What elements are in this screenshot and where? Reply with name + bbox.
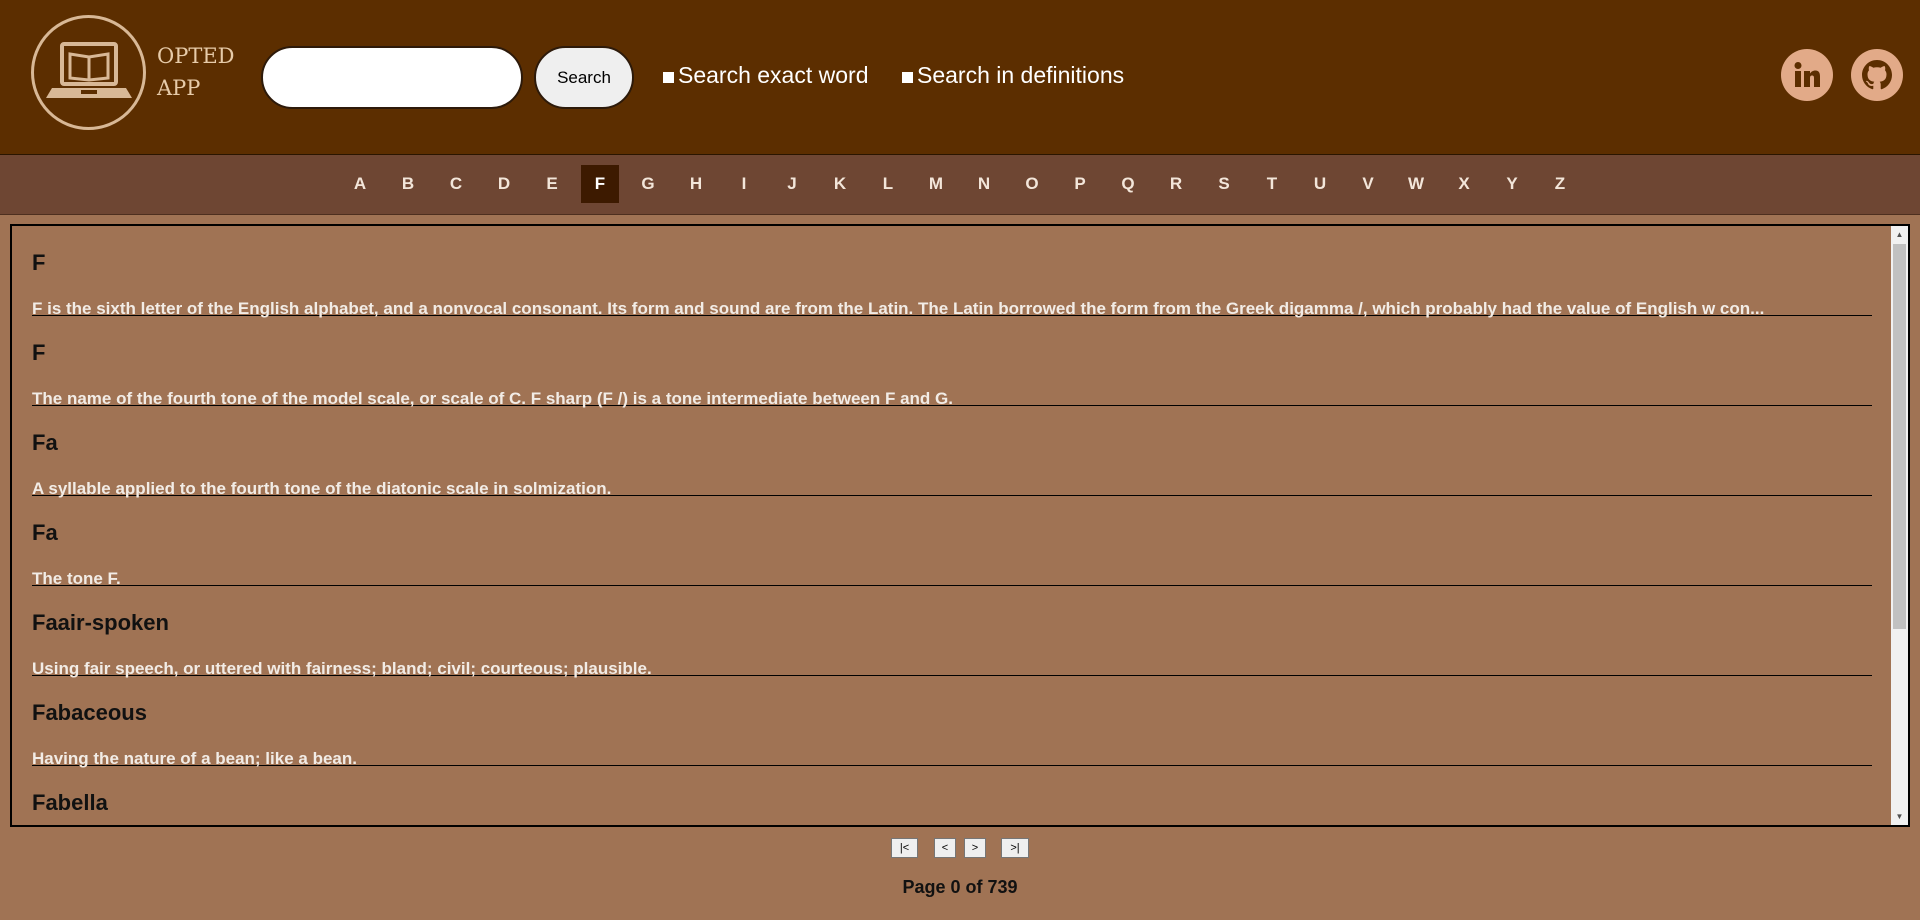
letter-p[interactable]: P xyxy=(1061,165,1099,203)
entry-word: Fa xyxy=(32,430,58,455)
search-button[interactable]: Search xyxy=(534,46,634,109)
search-input[interactable] xyxy=(261,46,523,109)
letter-x[interactable]: X xyxy=(1445,165,1483,203)
letter-b[interactable]: B xyxy=(389,165,427,203)
search-in-definitions-option[interactable]: Search in definitions xyxy=(902,62,1124,89)
letter-m[interactable]: M xyxy=(917,165,955,203)
entry-item[interactable]: FF is the sixth letter of the English al… xyxy=(32,226,1872,318)
search-exact-word-checkbox[interactable] xyxy=(663,71,674,83)
scroll-thumb[interactable] xyxy=(1893,244,1906,629)
entry-item[interactable]: Fa A syllable applied to the fourth tone … xyxy=(32,406,1872,498)
search-exact-word-option[interactable]: Search exact word xyxy=(663,62,868,89)
letter-i[interactable]: I xyxy=(725,165,763,203)
letter-j[interactable]: J xyxy=(773,165,811,203)
scroll-down-icon[interactable]: ▼ xyxy=(1891,808,1908,825)
alphabet-nav: ABCDEFGHIJKLMNOPQRSTUVWXYZ xyxy=(0,155,1920,215)
last-page-button[interactable]: >| xyxy=(1001,838,1029,858)
laptop-book-icon xyxy=(46,42,132,98)
scroll-up-icon[interactable]: ▲ xyxy=(1891,226,1908,243)
search-in-definitions-checkbox[interactable] xyxy=(902,71,913,83)
letter-g[interactable]: G xyxy=(629,165,667,203)
app-name-line1: OPTED xyxy=(157,44,235,68)
letter-q[interactable]: Q xyxy=(1109,165,1147,203)
header: OPTED APP Search Search exact word Searc… xyxy=(0,0,1920,155)
letter-r[interactable]: R xyxy=(1157,165,1195,203)
entry-word: Faair-spoken xyxy=(32,610,169,635)
letter-h[interactable]: H xyxy=(677,165,715,203)
letter-c[interactable]: C xyxy=(437,165,475,203)
letter-n[interactable]: N xyxy=(965,165,1003,203)
entry-word: Fabella xyxy=(32,790,108,815)
entry-word: F xyxy=(32,250,46,275)
page-indicator: Page 0 of 739 xyxy=(902,877,1018,897)
letter-u[interactable]: U xyxy=(1301,165,1339,203)
prev-page-button[interactable]: < xyxy=(934,838,956,858)
entry-item[interactable]: Fa The tone F. xyxy=(32,496,1872,588)
search-in-definitions-label: Search in definitions xyxy=(917,62,1125,88)
letter-e[interactable]: E xyxy=(533,165,571,203)
letter-v[interactable]: V xyxy=(1349,165,1387,203)
letter-t[interactable]: T xyxy=(1253,165,1291,203)
app-logo[interactable] xyxy=(31,15,146,130)
letter-o[interactable]: O xyxy=(1013,165,1051,203)
app-name-line2: APP xyxy=(157,76,201,100)
first-page-button[interactable]: |< xyxy=(891,838,918,858)
letter-f[interactable]: F xyxy=(581,165,619,203)
entries-panel: FF is the sixth letter of the English al… xyxy=(10,224,1910,827)
letter-k[interactable]: K xyxy=(821,165,859,203)
entry-word: Fabaceous xyxy=(32,700,147,725)
linkedin-icon xyxy=(1794,62,1820,87)
letter-a[interactable]: A xyxy=(341,165,379,203)
github-link[interactable] xyxy=(1851,49,1903,101)
github-icon xyxy=(1862,60,1892,90)
letter-w[interactable]: W xyxy=(1397,165,1435,203)
letter-l[interactable]: L xyxy=(869,165,907,203)
entries-list: FF is the sixth letter of the English al… xyxy=(32,226,1872,825)
letter-z[interactable]: Z xyxy=(1541,165,1579,203)
entry-item[interactable]: Fabella xyxy=(32,766,1872,825)
search-exact-word-label: Search exact word xyxy=(678,62,869,88)
letter-d[interactable]: D xyxy=(485,165,523,203)
next-page-button[interactable]: > xyxy=(964,838,986,858)
letter-y[interactable]: Y xyxy=(1493,165,1531,203)
entry-item[interactable]: F The name of the fourth tone of the mode… xyxy=(32,316,1872,408)
entry-item[interactable]: Fabaceous Having the nature of a bean; li… xyxy=(32,676,1872,768)
linkedin-link[interactable] xyxy=(1781,49,1833,101)
entry-item[interactable]: Faair-spoken Using fair speech, or uttere… xyxy=(32,586,1872,678)
entry-word: Fa xyxy=(32,520,58,545)
entry-word: F xyxy=(32,340,46,365)
letter-s[interactable]: S xyxy=(1205,165,1243,203)
vertical-scrollbar[interactable]: ▲ ▼ xyxy=(1891,226,1908,825)
app-name: OPTED APP xyxy=(157,40,235,104)
